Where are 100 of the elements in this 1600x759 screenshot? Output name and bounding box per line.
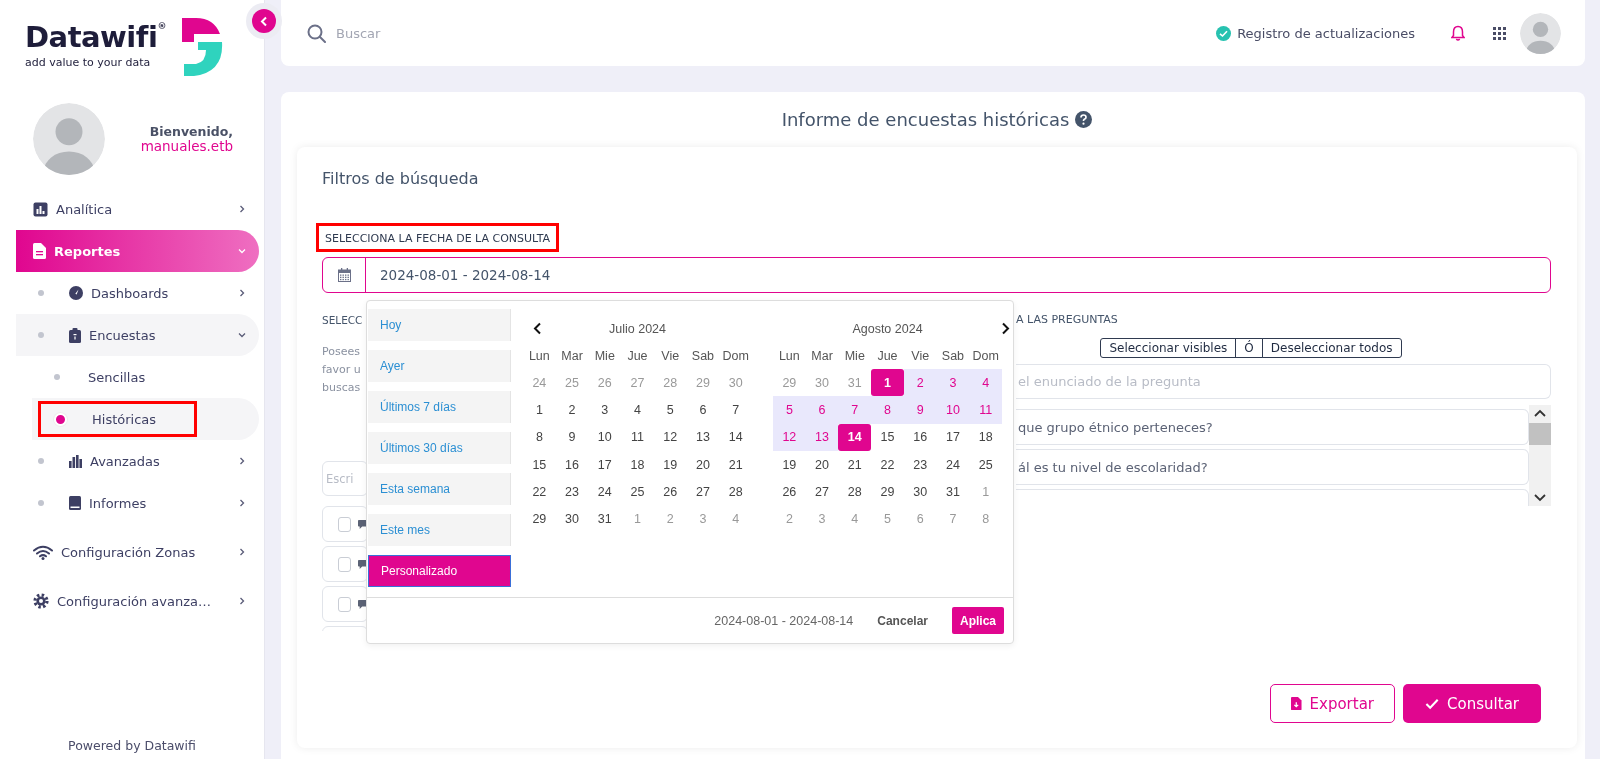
calendar-day[interactable]: 23	[903, 450, 937, 479]
calendar-day[interactable]: 12	[773, 423, 806, 451]
chevron-right-icon[interactable]	[1001, 322, 1010, 335]
calendar-day[interactable]: 5	[653, 396, 687, 424]
nav-item[interactable]: Configuración avanza…	[16, 580, 259, 622]
apps-grid-icon[interactable]	[1493, 26, 1506, 40]
calendar-day[interactable]: 2	[555, 396, 589, 424]
calendar-day[interactable]: 24	[936, 450, 970, 479]
search-field[interactable]: el enunciado de la pregunta	[1016, 364, 1551, 399]
nav-item[interactable]: Reportes	[16, 230, 259, 272]
nav-item[interactable]: Encuestas	[16, 314, 259, 356]
calendar-day[interactable]: 16	[903, 423, 937, 451]
question-row[interactable]: que grupo étnico perteneces?	[1016, 409, 1529, 445]
nav-item[interactable]: Analítica	[16, 188, 259, 230]
checkbox[interactable]	[338, 596, 351, 612]
calendar-day[interactable]: 1	[871, 369, 904, 397]
calendar-day[interactable]: 21	[838, 450, 872, 479]
calendar-day[interactable]: 2	[903, 369, 937, 397]
calendar-day[interactable]: 22	[523, 478, 556, 506]
collapse-button[interactable]	[246, 3, 282, 39]
calendar-day[interactable]: 30	[903, 478, 937, 506]
calendar-day[interactable]: 7	[838, 396, 872, 424]
checkbox[interactable]	[338, 516, 351, 532]
calendar-day[interactable]: 19	[773, 450, 806, 479]
nav-item[interactable]: Dashboards	[16, 272, 259, 314]
range-option[interactable]: Personalizado	[368, 555, 511, 587]
calendar-day[interactable]: 13	[686, 423, 720, 451]
calendar-day[interactable]: 6	[805, 396, 839, 424]
gauge-icon	[69, 286, 83, 300]
nav-item[interactable]: Avanzadas	[16, 440, 259, 482]
calendar-day[interactable]: 24	[588, 478, 622, 506]
calendar-day[interactable]: 29	[871, 478, 904, 506]
search-field[interactable]: Buscar	[334, 24, 558, 42]
calendar-day[interactable]: 3	[936, 369, 970, 397]
calendar-day[interactable]: 20	[805, 450, 839, 479]
action-button[interactable]: Seleccionar visibles	[1100, 338, 1237, 358]
scroll-down-icon[interactable]	[1534, 494, 1546, 502]
nav-item[interactable]: Configuración Zonas	[16, 531, 259, 573]
calendar-day[interactable]: 8	[523, 423, 556, 451]
calendar-day[interactable]: 28	[838, 478, 872, 506]
calendar-day[interactable]: 3	[588, 396, 622, 424]
calendar-day[interactable]: 15	[523, 450, 556, 479]
search-field[interactable]: Escri	[322, 461, 368, 496]
checkbox[interactable]	[338, 556, 351, 572]
calendar-day[interactable]: 19	[653, 450, 687, 479]
nav-item[interactable]: Informes	[16, 482, 259, 524]
calendar-day[interactable]: 25	[969, 450, 1002, 479]
calendar-day[interactable]: 18	[621, 450, 654, 479]
export-button[interactable]: Exportar	[1270, 684, 1395, 723]
calendar-day[interactable]: 14	[719, 423, 752, 451]
question-row[interactable]: ál es tu nivel de escolaridad?	[1016, 449, 1529, 485]
calendar-day[interactable]: 23	[555, 478, 589, 506]
chevron-left-icon[interactable]	[533, 322, 542, 335]
bell-icon[interactable]	[1451, 25, 1465, 41]
calendar-day[interactable]: 16	[555, 450, 589, 479]
calendar-day[interactable]: 27	[805, 478, 839, 506]
action-button[interactable]: Ó	[1235, 338, 1263, 358]
calendar-day[interactable]: 17	[936, 423, 970, 451]
calendar-day[interactable]: 26	[653, 478, 687, 506]
calendar-day[interactable]: 11	[621, 423, 654, 451]
updates-link[interactable]: Registro de actualizaciones	[1216, 25, 1415, 41]
cancel-button[interactable]: Cancelar	[877, 613, 928, 628]
calendar-day[interactable]: 14	[838, 423, 872, 451]
help-icon[interactable]	[1075, 111, 1093, 128]
calendar-day[interactable]: 20	[686, 450, 720, 479]
calendar-day[interactable]: 4	[969, 369, 1002, 397]
scroll-thumb[interactable]	[1529, 423, 1551, 445]
calendar-day[interactable]: 9	[555, 423, 589, 451]
calendar-day[interactable]: 30	[555, 505, 589, 533]
calendar-day[interactable]: 11	[969, 396, 1002, 424]
calendar-day[interactable]: 9	[903, 396, 937, 424]
calendar-day[interactable]: 8	[871, 396, 904, 424]
calendar-day[interactable]: 31	[936, 478, 970, 506]
calendar-day[interactable]: 5	[773, 396, 806, 424]
scrollbar[interactable]	[1529, 405, 1551, 506]
nav-item[interactable]: Históricas	[32, 398, 259, 440]
calendar-day[interactable]: 29	[523, 505, 556, 533]
calendar-day[interactable]: 26	[773, 478, 806, 506]
calendar-day[interactable]: 25	[621, 478, 654, 506]
calendar-day[interactable]: 18	[969, 423, 1002, 451]
calendar-day[interactable]: 22	[871, 450, 904, 479]
calendar-day[interactable]: 4	[621, 396, 654, 424]
calendar-icon	[337, 268, 351, 282]
calendar-day[interactable]: 27	[686, 478, 720, 506]
calendar-day[interactable]: 28	[719, 478, 752, 506]
action-button[interactable]: Deseleccionar todos	[1261, 338, 1402, 358]
calendar-day[interactable]: 6	[686, 396, 720, 424]
calendar-day[interactable]: 17	[588, 450, 622, 479]
calendar-day[interactable]: 15	[871, 423, 904, 451]
submit-button[interactable]: Consultar	[1403, 684, 1541, 723]
apply-button[interactable]: Aplica	[952, 607, 1004, 634]
calendar-day[interactable]: 10	[936, 396, 970, 424]
calendar-day[interactable]: 10	[588, 423, 622, 451]
calendar-day[interactable]: 12	[653, 423, 687, 451]
calendar-day[interactable]: 1	[523, 396, 556, 424]
calendar-day[interactable]: 31	[588, 505, 622, 533]
calendar-day[interactable]: 21	[719, 450, 752, 479]
nav-item[interactable]: Sencillas	[16, 356, 259, 398]
scroll-up-icon[interactable]	[1534, 409, 1546, 417]
calendar-day[interactable]: 7	[719, 396, 752, 424]
